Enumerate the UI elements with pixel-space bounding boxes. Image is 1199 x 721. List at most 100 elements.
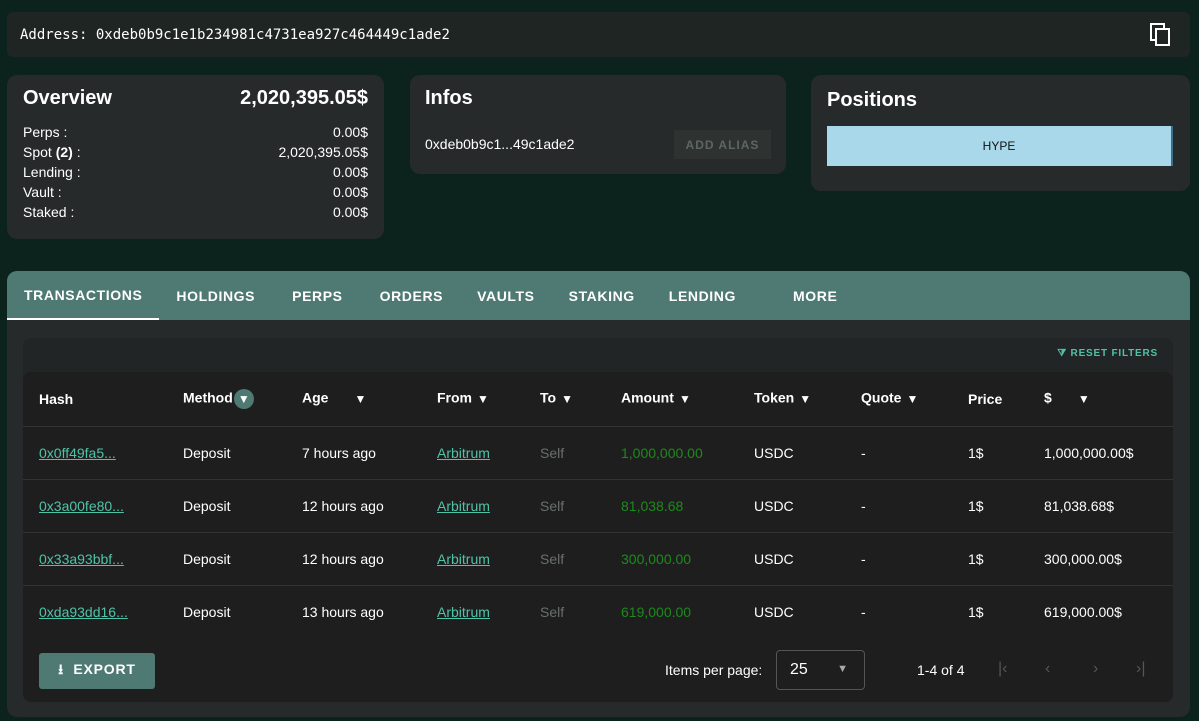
last-page-icon[interactable]: ›| xyxy=(1136,660,1145,678)
from-link[interactable]: Arbitrum xyxy=(437,445,490,461)
table-header: Hash Method ▼ Age ▼ From ▼ To ▼ Amount ▼ Token ▼ Quot… xyxy=(23,372,1173,427)
table-row: 0x0ff49fa5... Deposit 7 hours ago Arbitrum S… xyxy=(23,427,1173,480)
spot-label: Spot (2) : xyxy=(23,144,81,160)
address-value: 0xdeb0b9c1e1b234981c4731ea927c464449c1ad… xyxy=(95,26,450,43)
price-cell: 1$ xyxy=(968,551,984,567)
hash-link[interactable]: 0x33a93bbf... xyxy=(39,551,124,567)
usd-value-cell: 1,000,000.00$ xyxy=(1044,445,1134,461)
previous-page-icon[interactable]: ‹ xyxy=(1045,660,1050,678)
column-header-token: Token ▼ xyxy=(754,389,815,409)
filter-icon[interactable]: ▼ xyxy=(350,389,370,409)
overview-card: Overview 2,020,395.05$ Perps : 0.00$ Spot … xyxy=(7,75,384,239)
price-cell: 1$ xyxy=(968,498,984,514)
items-per-page-select[interactable]: 25 ▼ xyxy=(776,650,865,690)
amount-cell: 81,038.68 xyxy=(621,498,684,514)
usd-value-cell: 300,000.00$ xyxy=(1044,551,1122,567)
method-cell: Deposit xyxy=(183,604,231,620)
filter-icon[interactable]: ▼ xyxy=(675,389,695,409)
filter-icon[interactable]: ▼ xyxy=(473,389,493,409)
table-row: 0x33a93bbf... Deposit 12 hours ago Arbitrum… xyxy=(23,533,1173,586)
staked-value: 0.00$ xyxy=(332,204,368,220)
reset-filters-button[interactable]: ⧩ RESET FILTERS xyxy=(1057,348,1158,359)
method-cell: Deposit xyxy=(183,551,231,567)
dropdown-arrow-icon: ▼ xyxy=(837,663,848,675)
column-header-hash: Hash xyxy=(39,391,74,407)
filter-icon[interactable]: ▼ xyxy=(557,389,577,409)
infos-title: Infos xyxy=(425,87,473,109)
tab-vaults[interactable]: VAULTS xyxy=(460,271,552,320)
perps-label: Perps : xyxy=(23,124,68,140)
table-footer: ⭳ EXPORT Items per page: 25 ▼ 1-4 of 4 |‹… xyxy=(23,638,1173,702)
transactions-table-container: ⧩ RESET FILTERS Hash Method ▼ Age ▼ From ▼ To ▼ A… xyxy=(23,338,1173,702)
token-cell: USDC xyxy=(754,604,794,620)
amount-cell: 619,000.00 xyxy=(621,604,692,620)
quote-cell: - xyxy=(861,498,866,514)
usd-value-cell: 619,000.00$ xyxy=(1044,604,1122,620)
page-range: 1-4 of 4 xyxy=(917,662,965,678)
amount-cell: 1,000,000.00 xyxy=(621,445,703,461)
from-link[interactable]: Arbitrum xyxy=(437,551,490,567)
table-row: 0x3a00fe80... Deposit 12 hours ago Arbitrum… xyxy=(23,480,1173,533)
filter-icon[interactable]: ▼ xyxy=(795,389,815,409)
column-header-from: From ▼ xyxy=(437,389,493,409)
filter-icon[interactable]: ▼ xyxy=(1074,389,1094,409)
tab-transactions[interactable]: TRANSACTIONS xyxy=(7,271,160,320)
column-header-price: Price xyxy=(968,391,1003,407)
to-cell: Self xyxy=(540,604,565,620)
to-cell: Self xyxy=(540,551,565,567)
vault-value: 0.00$ xyxy=(332,184,368,200)
age-cell: 12 hours ago xyxy=(302,551,384,567)
from-link[interactable]: Arbitrum xyxy=(437,498,490,514)
lending-label: Lending : xyxy=(23,164,81,180)
lending-value: 0.00$ xyxy=(332,164,368,180)
positions-title: Positions xyxy=(827,89,918,111)
method-cell: Deposit xyxy=(183,445,231,461)
to-cell: Self xyxy=(540,445,565,461)
hash-link[interactable]: 0x3a00fe80... xyxy=(39,498,124,514)
export-button[interactable]: ⭳ EXPORT xyxy=(39,653,155,689)
tab-perps[interactable]: PERPS xyxy=(275,271,362,320)
column-header-age: Age ▼ xyxy=(302,389,370,409)
tab-staking[interactable]: STAKING xyxy=(552,271,652,320)
next-page-icon[interactable]: › xyxy=(1093,660,1098,678)
column-header-to: To ▼ xyxy=(540,389,577,409)
items-per-page-label: Items per page: xyxy=(665,662,763,678)
position-hype[interactable]: HYPE xyxy=(827,126,1173,166)
to-cell: Self xyxy=(540,498,565,514)
filter-off-icon: ⧩ xyxy=(1057,348,1067,359)
copy-icon[interactable] xyxy=(1150,23,1172,47)
usd-value-cell: 81,038.68$ xyxy=(1044,498,1115,514)
column-header-amount: Amount ▼ xyxy=(621,389,695,409)
filter-icon[interactable]: ▼ xyxy=(233,389,254,409)
address-label: Address: xyxy=(20,26,88,43)
first-page-icon[interactable]: |‹ xyxy=(998,660,1007,678)
download-icon: ⭳ xyxy=(58,661,64,677)
main-panel: TRANSACTIONS HOLDINGS PERPS ORDERS VAULT… xyxy=(7,271,1190,717)
tab-holdings[interactable]: HOLDINGS xyxy=(159,271,275,320)
column-header-quote: Quote ▼ xyxy=(861,389,922,409)
hash-link[interactable]: 0xda93dd16... xyxy=(39,604,128,620)
price-cell: 1$ xyxy=(968,445,984,461)
tab-bar: TRANSACTIONS HOLDINGS PERPS ORDERS VAULT… xyxy=(7,271,1190,320)
spot-value: 2,020,395.05$ xyxy=(278,144,368,160)
column-header-usd: $ ▼ xyxy=(1044,389,1094,409)
add-alias-button[interactable]: ADD ALIAS xyxy=(674,130,771,159)
token-cell: USDC xyxy=(754,498,794,514)
tab-more[interactable]: MORE xyxy=(776,271,854,320)
filter-icon[interactable]: ▼ xyxy=(902,389,922,409)
positions-card: Positions HYPE xyxy=(811,75,1190,191)
vault-label: Vault : xyxy=(23,184,62,200)
column-header-method: Method ▼ xyxy=(183,389,254,409)
token-cell: USDC xyxy=(754,445,794,461)
quote-cell: - xyxy=(861,445,866,461)
transactions-table: Hash Method ▼ Age ▼ From ▼ To ▼ Amount ▼ Token ▼ Quot… xyxy=(23,372,1173,639)
table-row: 0xda93dd16... Deposit 13 hours ago Arbitrum… xyxy=(23,586,1173,639)
tab-lending[interactable]: LENDING xyxy=(652,271,776,320)
overview-total: 2,020,395.05$ xyxy=(240,87,368,109)
quote-cell: - xyxy=(861,604,866,620)
price-cell: 1$ xyxy=(968,604,984,620)
overview-title: Overview xyxy=(23,87,112,109)
hash-link[interactable]: 0x0ff49fa5... xyxy=(39,445,116,461)
from-link[interactable]: Arbitrum xyxy=(437,604,490,620)
tab-orders[interactable]: ORDERS xyxy=(363,271,461,320)
